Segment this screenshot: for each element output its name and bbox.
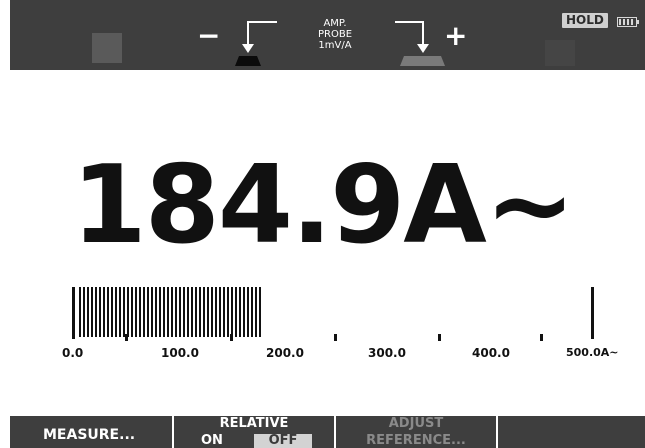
reading-value: 184.9 — [71, 143, 406, 268]
measure-softkey[interactable]: MEASURE... — [10, 416, 172, 448]
scale-label-100: 100.0 — [161, 346, 199, 360]
scale-label-400: 400.0 — [472, 346, 510, 360]
bargraph-start-line — [72, 287, 75, 339]
scale-tick — [230, 334, 233, 341]
plus-sign: + — [444, 19, 468, 52]
relative-on-option: ON — [201, 433, 223, 448]
probe-line-3: 1mV/A — [318, 40, 352, 51]
empty-softkey[interactable] — [498, 416, 645, 448]
hold-badge: HOLD — [562, 13, 608, 28]
meter-screen: − AMP. PROBE 1mV/A + HOLD 184.9A~ 0.0 10… — [0, 0, 645, 448]
scale-label-300: 300.0 — [368, 346, 406, 360]
reading-unit: A~ — [403, 143, 575, 268]
probe-minus-icon — [235, 21, 277, 66]
scale-tick — [125, 334, 128, 341]
reference-label: REFERENCE... — [366, 433, 466, 448]
scale-label-500: 500.0A~ — [566, 346, 619, 359]
scale-tick — [334, 334, 337, 341]
amp-probe-info: AMP. PROBE 1mV/A — [300, 18, 370, 51]
ghost-plug-icon-left — [92, 33, 122, 63]
scale-tick — [540, 334, 543, 341]
bargraph-fill — [79, 287, 263, 337]
measure-label: MEASURE... — [43, 427, 136, 443]
relative-off-option: OFF — [254, 434, 312, 448]
adjust-label: ADJUST — [388, 416, 444, 431]
ghost-plug-icon-right — [545, 40, 575, 66]
probe-line-2: PROBE — [317, 29, 353, 40]
relative-title: RELATIVE — [219, 416, 289, 431]
scale-label-0: 0.0 — [62, 346, 84, 360]
scale-label-200: 200.0 — [266, 346, 304, 360]
adjust-reference-softkey[interactable]: ADJUST REFERENCE... — [336, 416, 496, 448]
scale-tick — [438, 334, 441, 341]
minus-sign: − — [197, 19, 221, 52]
main-reading: 184.9A~ — [0, 152, 645, 260]
relative-softkey[interactable]: RELATIVE ON OFF — [174, 416, 334, 448]
battery-icon — [617, 17, 639, 27]
bargraph-end-line — [591, 287, 594, 339]
probe-line-1: AMP. — [323, 18, 347, 29]
